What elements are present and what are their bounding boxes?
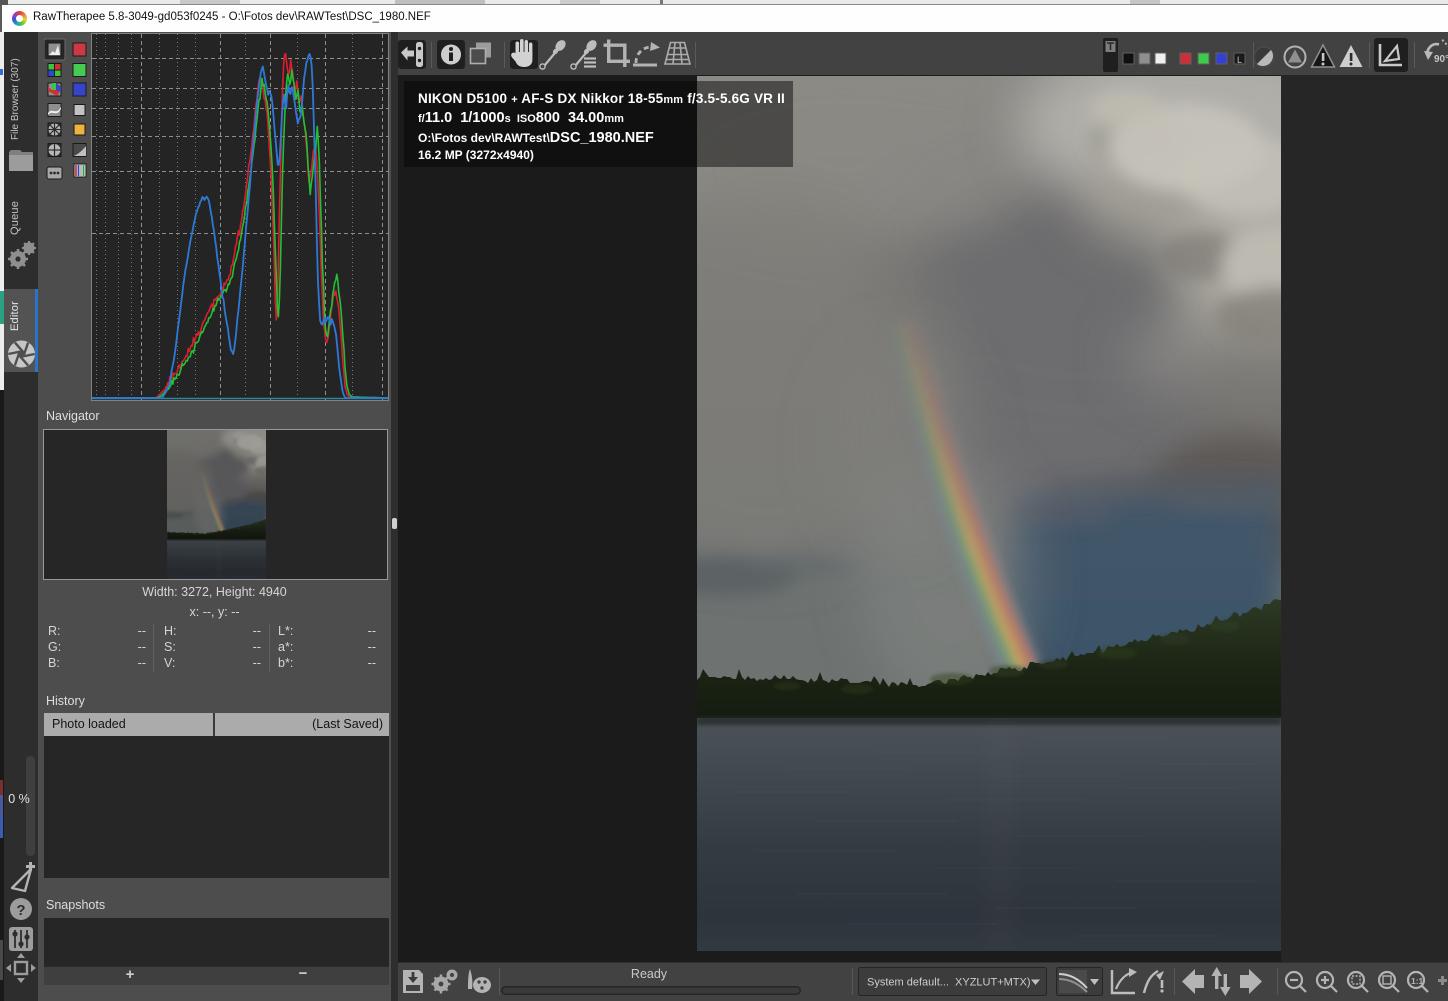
svg-text:System default... XYZLUT+MTX): System default... XYZLUT+MTX)	[867, 977, 1031, 989]
svg-text:Ready: Ready	[631, 967, 668, 981]
svg-text:1:1: 1:1	[1411, 976, 1424, 986]
svg-text:L: L	[1237, 55, 1242, 65]
svg-text:90°: 90°	[1434, 54, 1448, 65]
svg-text:?: ?	[16, 902, 25, 919]
svg-text:0 %: 0 %	[8, 792, 30, 806]
